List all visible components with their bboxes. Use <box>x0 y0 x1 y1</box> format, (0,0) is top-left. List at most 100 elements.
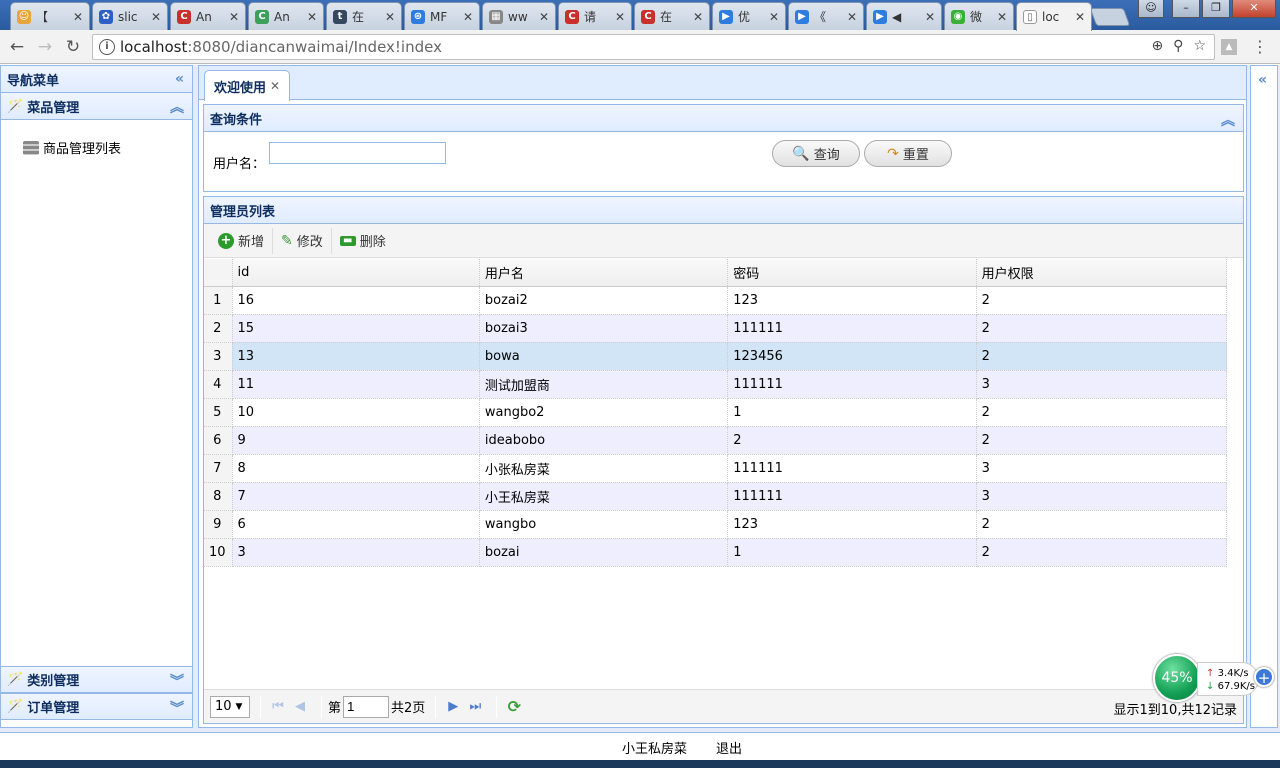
footer-bar: 小王私房菜 退出 <box>0 732 1280 760</box>
browser-tab[interactable]: C An ✕ <box>248 2 324 30</box>
browser-tab[interactable]: ☺ 【 ✕ <box>10 2 90 30</box>
username-input[interactable] <box>269 142 446 164</box>
close-tab-icon[interactable]: ✕ <box>847 10 857 24</box>
table-row[interactable]: 9 6 wangbo 123 2 <box>204 510 1228 539</box>
browser-tab-title: ww <box>508 9 528 24</box>
column-header-password[interactable]: 密码 <box>727 259 977 287</box>
extension-pdf-icon[interactable]: ▲ <box>1221 39 1237 55</box>
close-tab-icon[interactable]: ✕ <box>307 10 317 24</box>
table-cell: 测试加盟商 <box>479 370 729 399</box>
table-row[interactable]: 2 15 bozai3 111111 2 <box>204 314 1228 343</box>
maximize-button[interactable]: ❐ <box>1202 0 1230 18</box>
close-tab-icon[interactable]: ✕ <box>693 10 703 24</box>
chevron-down-icon[interactable]: ︾ <box>170 698 184 718</box>
close-tab-icon[interactable]: ✕ <box>151 10 161 24</box>
column-header-permission[interactable]: 用户权限 <box>976 259 1228 287</box>
close-tab-icon[interactable]: ✕ <box>73 10 83 24</box>
reset-button[interactable]: ↷ 重置 <box>864 140 952 167</box>
browser-tab[interactable]: ▶ 《 ✕ <box>788 2 864 30</box>
plus-icon[interactable]: + <box>1254 667 1274 687</box>
close-tab-icon[interactable]: ✕ <box>539 10 549 24</box>
expand-left-icon[interactable]: « <box>1258 72 1267 88</box>
close-tab-icon[interactable]: ✕ <box>270 79 280 93</box>
prev-page-icon[interactable]: ◀ <box>289 699 311 714</box>
table-row[interactable]: 5 10 wangbo2 1 2 <box>204 398 1228 427</box>
table-row[interactable]: 8 7 小王私房菜 111111 3 <box>204 482 1228 511</box>
browser-tab[interactable]: ▦ ww ✕ <box>482 2 556 30</box>
browser-tab[interactable]: ◉ 微 ✕ <box>944 2 1014 30</box>
speed-percent: 45% <box>1153 654 1201 702</box>
window-controls: ☺ – ❐ ✕ <box>1138 0 1276 18</box>
column-header-id[interactable]: id <box>232 259 480 287</box>
favicon-icon: ▶ <box>873 9 887 24</box>
refresh-icon[interactable]: ⟳ <box>503 697 525 716</box>
accordion-header-dishes[interactable]: 🪄 菜品管理 ︽ <box>1 93 192 120</box>
browser-tab-title: 请 <box>584 10 597 24</box>
browser-tab[interactable]: ▯ loc ✕ <box>1016 2 1092 31</box>
browser-tab[interactable]: ▶ ◀ ✕ <box>866 2 942 30</box>
page-size-select[interactable]: 10 ▼ <box>210 695 250 718</box>
chevron-up-icon[interactable]: ︽ <box>170 97 184 117</box>
back-icon[interactable]: ← <box>6 36 28 58</box>
edit-button[interactable]: ✎ 修改 <box>273 227 332 254</box>
browser-tab[interactable]: ✿ slic ✕ <box>92 2 168 30</box>
menu-icon[interactable]: ⋮ <box>1252 37 1268 56</box>
close-tab-icon[interactable]: ✕ <box>997 10 1007 24</box>
collapse-up-icon[interactable]: ︽ <box>1221 110 1235 130</box>
new-tab-button[interactable] <box>1089 8 1131 26</box>
zoom-icon[interactable]: ⊕ <box>1151 38 1163 54</box>
minimize-button[interactable]: – <box>1172 0 1200 18</box>
browser-tab[interactable]: C 在 ✕ <box>634 2 710 30</box>
add-button[interactable]: + 新增 <box>210 227 274 254</box>
next-page-icon[interactable]: ▶ <box>442 699 464 714</box>
table-row[interactable]: 4 11 测试加盟商 111111 3 <box>204 370 1228 399</box>
browser-tab[interactable]: C 请 ✕ <box>558 2 632 30</box>
tree-item-product-list[interactable]: 商品管理列表 <box>23 138 192 157</box>
favicon-icon: C <box>177 9 191 24</box>
first-page-icon[interactable]: ⏮ <box>267 699 289 714</box>
page-number-input[interactable] <box>343 695 390 718</box>
table-cell: 13 <box>232 342 480 371</box>
bookmark-star-icon[interactable]: ☆ <box>1193 38 1206 54</box>
chevron-down-icon[interactable]: ︾ <box>170 671 184 691</box>
favicon-icon: t <box>333 9 347 24</box>
browser-tab[interactable]: t 在 ✕ <box>326 2 402 30</box>
reload-icon[interactable]: ↻ <box>62 36 84 58</box>
logout-link[interactable]: 退出 <box>716 738 742 757</box>
search-button[interactable]: 🔍 查询 <box>772 140 860 167</box>
collapse-left-icon[interactable]: « <box>175 71 184 87</box>
east-collapsed-panel[interactable]: « <box>1250 65 1278 728</box>
close-tab-icon[interactable]: ✕ <box>1075 10 1085 24</box>
table-row[interactable]: 1 16 bozai2 123 2 <box>204 286 1228 315</box>
forward-icon[interactable]: → <box>34 36 56 58</box>
table-cell: 小王私房菜 <box>479 482 729 511</box>
last-page-icon[interactable]: ⏭ <box>464 699 486 714</box>
network-speed-widget[interactable]: 45% ↑ 3.4K/s ↓ 67.9K/s + <box>1153 654 1275 702</box>
user-icon[interactable]: ☺ <box>1138 0 1164 18</box>
close-window-button[interactable]: ✕ <box>1232 0 1276 18</box>
key-icon[interactable]: ⚲ <box>1173 38 1183 54</box>
browser-tab-title: An <box>196 9 212 24</box>
table-row[interactable]: 6 9 ideabobo 2 2 <box>204 426 1228 455</box>
browser-tab[interactable]: C An ✕ <box>170 2 246 30</box>
column-header-username[interactable]: 用户名 <box>479 259 729 287</box>
browser-tab[interactable]: ⊛ MF ✕ <box>404 2 480 30</box>
accordion-header-orders[interactable]: 🪄 订单管理 ︾ <box>1 693 192 720</box>
close-tab-icon[interactable]: ✕ <box>925 10 935 24</box>
delete-button[interactable]: ▬ 删除 <box>332 228 394 254</box>
accordion-header-category[interactable]: 🪄 类别管理 ︾ <box>1 666 192 693</box>
database-icon <box>23 140 39 155</box>
close-tab-icon[interactable]: ✕ <box>615 10 625 24</box>
table-row[interactable]: 7 8 小张私房菜 111111 3 <box>204 454 1228 483</box>
tab-welcome[interactable]: 欢迎使用 ✕ <box>204 70 290 101</box>
browser-tab-title: ◀ <box>892 9 902 24</box>
address-bar[interactable]: i localhost:8080/diancanwaimai/Index!ind… <box>92 34 1215 60</box>
browser-tab[interactable]: ▶ 优 ✕ <box>712 2 786 30</box>
site-info-icon[interactable]: i <box>99 39 115 55</box>
table-row[interactable]: 10 3 bozai 1 2 <box>204 538 1228 567</box>
close-tab-icon[interactable]: ✕ <box>769 10 779 24</box>
close-tab-icon[interactable]: ✕ <box>229 10 239 24</box>
table-row[interactable]: 3 13 bowa 123456 2 <box>204 342 1228 371</box>
close-tab-icon[interactable]: ✕ <box>385 10 395 24</box>
close-tab-icon[interactable]: ✕ <box>463 10 473 24</box>
